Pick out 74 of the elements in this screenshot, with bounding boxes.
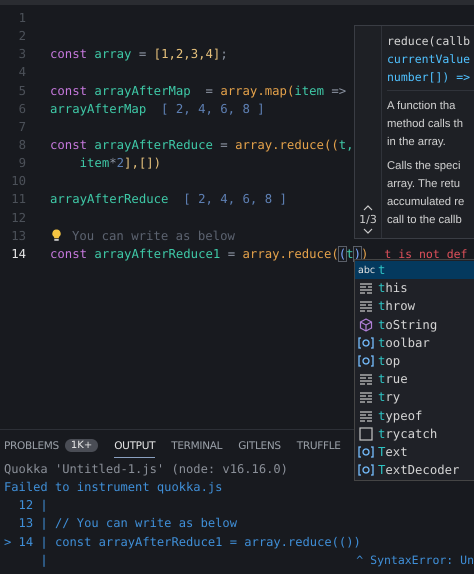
- signature-text: currentValue: [387, 51, 472, 68]
- panel-tab[interactable]: TERMINAL: [171, 432, 222, 458]
- output-line: 13 | // You can write as below: [18, 516, 237, 530]
- error-message: ^ SyntaxError: Un: [356, 552, 474, 567]
- suggestion-item[interactable]: abc t: [355, 261, 474, 280]
- suggestion-item[interactable]: Text: [355, 442, 474, 462]
- code-line: const arrayAfterMap = array.map(item =>: [50, 84, 346, 98]
- code-line: arrayAfterReduce [ 2, 4, 6, 8 ]: [50, 192, 287, 206]
- doc-text: A function tha: [387, 99, 456, 114]
- doc-text: in the array.: [387, 135, 447, 150]
- chevron-up-icon[interactable]: [363, 205, 373, 211]
- line-number: 12: [10, 210, 26, 225]
- suggestion-item[interactable]: toString: [355, 316, 474, 334]
- suggestion-item[interactable]: top: [355, 352, 474, 370]
- variable-icon: [358, 446, 374, 458]
- suggestion-item[interactable]: true: [355, 370, 474, 388]
- signature-text: number[]) =>: [387, 69, 472, 86]
- doc-text: call to the callb: [387, 213, 463, 228]
- code-line: You can write as below: [72, 228, 235, 243]
- overload-counter: 1/3: [359, 213, 377, 226]
- line-number: 8: [18, 138, 26, 152]
- keyword-icon: [358, 373, 374, 386]
- variable-icon: [358, 336, 374, 349]
- doc-text: method calls th: [387, 117, 464, 132]
- doc-text: accumulated re: [387, 195, 466, 210]
- line-number: 4: [18, 65, 26, 80]
- count-badge: 1K+: [64, 438, 98, 452]
- panel-tab[interactable]: TRUFFLE: [296, 432, 341, 458]
- variable-icon: [358, 355, 374, 368]
- suggestion-item[interactable]: try: [355, 388, 474, 406]
- suggestion-item[interactable]: typeof: [355, 406, 474, 425]
- panel-tab[interactable]: OUTPUT: [114, 432, 156, 458]
- line-number: 1: [18, 11, 26, 26]
- error-message: t is not def: [384, 246, 468, 261]
- chevron-down-icon[interactable]: [363, 228, 373, 234]
- code-line: arrayAfterMap [ 2, 4, 6, 8 ]: [50, 102, 265, 116]
- line-number: 11: [10, 192, 26, 206]
- line-number: 7: [18, 120, 26, 134]
- text-icon: abc: [358, 264, 374, 276]
- output-line: 12 |: [18, 498, 48, 512]
- keyword-icon: [358, 282, 374, 294]
- code-line: const arrayAfterReduce1 = array.reduce((t)): [50, 246, 368, 261]
- line-number: 10: [10, 174, 26, 188]
- snippet-icon: [358, 426, 374, 441]
- code-line: const array = [1,2,3,4];: [50, 47, 228, 62]
- suggestion-item[interactable]: this: [355, 279, 474, 298]
- line-number: 14: [10, 246, 26, 261]
- suggestion-item[interactable]: toolbar: [355, 334, 474, 352]
- line-number: 9: [18, 156, 26, 170]
- output-line: |: [39, 552, 48, 567]
- suggestion-item[interactable]: TextDecoder: [355, 461, 474, 480]
- line-number: 6: [18, 102, 26, 116]
- output-line: Quokka 'Untitled-1.js' (node: v16.16.0): [4, 462, 288, 476]
- output-line: Failed to instrument quokka.js: [4, 480, 222, 494]
- keyword-icon: [358, 391, 374, 404]
- code-line: const arrayAfterReduce = array.reduce((t,: [50, 138, 354, 152]
- doc-text: array. The retu: [387, 177, 462, 192]
- suggestion-item[interactable]: trycatch: [355, 424, 474, 443]
- output-line: > 14 | const arrayAfterReduce1 = array.reduce(()): [4, 534, 361, 549]
- line-number: 13: [10, 228, 26, 243]
- line-number: 2: [18, 29, 26, 44]
- doc-text: Calls the speci: [387, 159, 462, 174]
- panel-tab[interactable]: GITLENS: [238, 432, 281, 458]
- line-number: 5: [18, 84, 26, 98]
- code-line: item*2],[]): [78, 156, 162, 170]
- line-number: 3: [18, 47, 26, 62]
- keyword-icon: [358, 410, 374, 422]
- suggestion-item[interactable]: throw: [355, 297, 474, 316]
- panel-tab[interactable]: PROBLEMS: [4, 432, 59, 458]
- variable-icon: [358, 464, 374, 476]
- keyword-icon: [358, 300, 374, 312]
- signature-text: reduce(callb: [387, 33, 472, 50]
- lightbulb-icon[interactable]: [51, 229, 62, 242]
- cube-icon: [358, 318, 374, 332]
